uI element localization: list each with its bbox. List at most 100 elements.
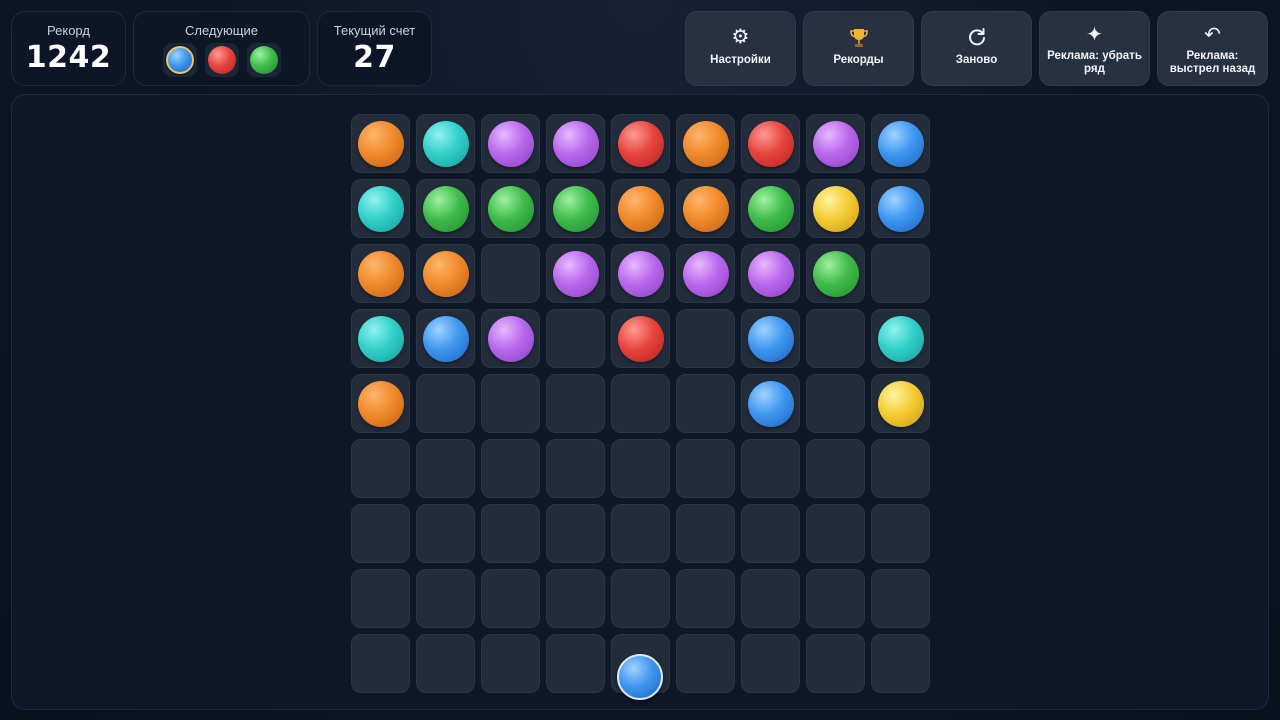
record-value: 1242: [25, 40, 112, 75]
grid-cell[interactable]: [351, 244, 410, 303]
grid-cell[interactable]: [871, 504, 930, 563]
grid-cell[interactable]: [871, 114, 930, 173]
grid-cell[interactable]: [351, 114, 410, 173]
grid-cell[interactable]: [741, 439, 800, 498]
grid-cell[interactable]: [481, 634, 540, 693]
ball-blue: [877, 120, 924, 167]
grid-cell[interactable]: [351, 309, 410, 368]
grid-cell[interactable]: [351, 504, 410, 563]
grid-cell[interactable]: [416, 114, 475, 173]
grid-cell[interactable]: [741, 634, 800, 693]
next-ball-blue: [165, 46, 194, 74]
grid-cell[interactable]: [806, 374, 865, 433]
grid-cell[interactable]: [546, 504, 605, 563]
grid-cell[interactable]: [741, 504, 800, 563]
grid-cell[interactable]: [871, 374, 930, 433]
grid-cell[interactable]: [546, 634, 605, 693]
grid-cell[interactable]: [546, 309, 605, 368]
grid-cell[interactable]: [611, 179, 670, 238]
grid-cell[interactable]: [546, 374, 605, 433]
grid-cell[interactable]: [611, 309, 670, 368]
grid-cell[interactable]: [611, 569, 670, 628]
grid-cell[interactable]: [676, 179, 735, 238]
grid-cell[interactable]: [676, 374, 735, 433]
grid-cell[interactable]: [351, 374, 410, 433]
grid-cell[interactable]: [871, 244, 930, 303]
ball-purple: [617, 250, 664, 297]
ball-grid[interactable]: [351, 114, 930, 693]
grid-cell[interactable]: [416, 504, 475, 563]
grid-cell[interactable]: [806, 244, 865, 303]
grid-cell[interactable]: [871, 309, 930, 368]
grid-cell[interactable]: [351, 179, 410, 238]
grid-cell[interactable]: [806, 569, 865, 628]
grid-cell[interactable]: [676, 634, 735, 693]
ball-orange: [682, 185, 729, 232]
grid-cell[interactable]: [481, 439, 540, 498]
grid-cell[interactable]: [416, 374, 475, 433]
grid-cell[interactable]: [416, 439, 475, 498]
grid-cell[interactable]: [676, 114, 735, 173]
ball-orange: [682, 120, 729, 167]
grid-cell[interactable]: [871, 439, 930, 498]
grid-cell[interactable]: [416, 569, 475, 628]
grid-cell[interactable]: [611, 374, 670, 433]
grid-cell[interactable]: [611, 439, 670, 498]
grid-cell[interactable]: [741, 309, 800, 368]
grid-cell[interactable]: [546, 179, 605, 238]
grid-cell[interactable]: [676, 504, 735, 563]
grid-cell[interactable]: [481, 114, 540, 173]
grid-cell[interactable]: [416, 309, 475, 368]
grid-cell[interactable]: [806, 114, 865, 173]
grid-cell[interactable]: [481, 569, 540, 628]
grid-cell[interactable]: [676, 309, 735, 368]
grid-cell[interactable]: [546, 244, 605, 303]
grid-cell[interactable]: [741, 374, 800, 433]
grid-cell[interactable]: [611, 244, 670, 303]
grid-cell[interactable]: [546, 569, 605, 628]
grid-cell[interactable]: [611, 504, 670, 563]
records-button[interactable]: Рекорды: [803, 11, 914, 86]
ad-undo-shot-label: Реклама: выстрел назад: [1169, 50, 1256, 75]
grid-cell[interactable]: [806, 309, 865, 368]
settings-label: Настройки: [710, 54, 771, 66]
grid-cell[interactable]: [806, 439, 865, 498]
grid-cell[interactable]: [806, 179, 865, 238]
ball-blue: [877, 185, 924, 232]
sparkle-icon: ✦: [1086, 24, 1103, 46]
grid-cell[interactable]: [416, 634, 475, 693]
grid-cell[interactable]: [351, 439, 410, 498]
grid-cell[interactable]: [611, 114, 670, 173]
grid-cell[interactable]: [416, 244, 475, 303]
shooter-ball[interactable]: [617, 654, 663, 700]
grid-cell[interactable]: [676, 569, 735, 628]
grid-cell[interactable]: [806, 634, 865, 693]
grid-cell[interactable]: [871, 179, 930, 238]
grid-cell[interactable]: [351, 569, 410, 628]
grid-cell[interactable]: [676, 244, 735, 303]
grid-cell[interactable]: [741, 179, 800, 238]
grid-cell[interactable]: [416, 179, 475, 238]
next-balls-panel: Следующие: [133, 11, 310, 86]
ball-yellow: [812, 185, 859, 232]
grid-cell[interactable]: [546, 439, 605, 498]
restart-button[interactable]: Заново: [921, 11, 1032, 86]
ad-remove-row-button[interactable]: ✦ Реклама: убрать ряд: [1039, 11, 1150, 86]
grid-cell[interactable]: [481, 374, 540, 433]
grid-cell[interactable]: [481, 309, 540, 368]
grid-cell[interactable]: [481, 244, 540, 303]
grid-cell[interactable]: [806, 504, 865, 563]
grid-cell[interactable]: [676, 439, 735, 498]
grid-cell[interactable]: [741, 569, 800, 628]
grid-cell[interactable]: [741, 244, 800, 303]
grid-cell[interactable]: [871, 634, 930, 693]
ad-undo-shot-button[interactable]: ↶ Реклама: выстрел назад: [1157, 11, 1268, 86]
grid-cell[interactable]: [351, 634, 410, 693]
grid-cell[interactable]: [481, 504, 540, 563]
grid-cell[interactable]: [481, 179, 540, 238]
grid-cell[interactable]: [546, 114, 605, 173]
ball-green: [487, 185, 534, 232]
grid-cell[interactable]: [741, 114, 800, 173]
settings-button[interactable]: ⚙ Настройки: [685, 11, 796, 86]
grid-cell[interactable]: [871, 569, 930, 628]
